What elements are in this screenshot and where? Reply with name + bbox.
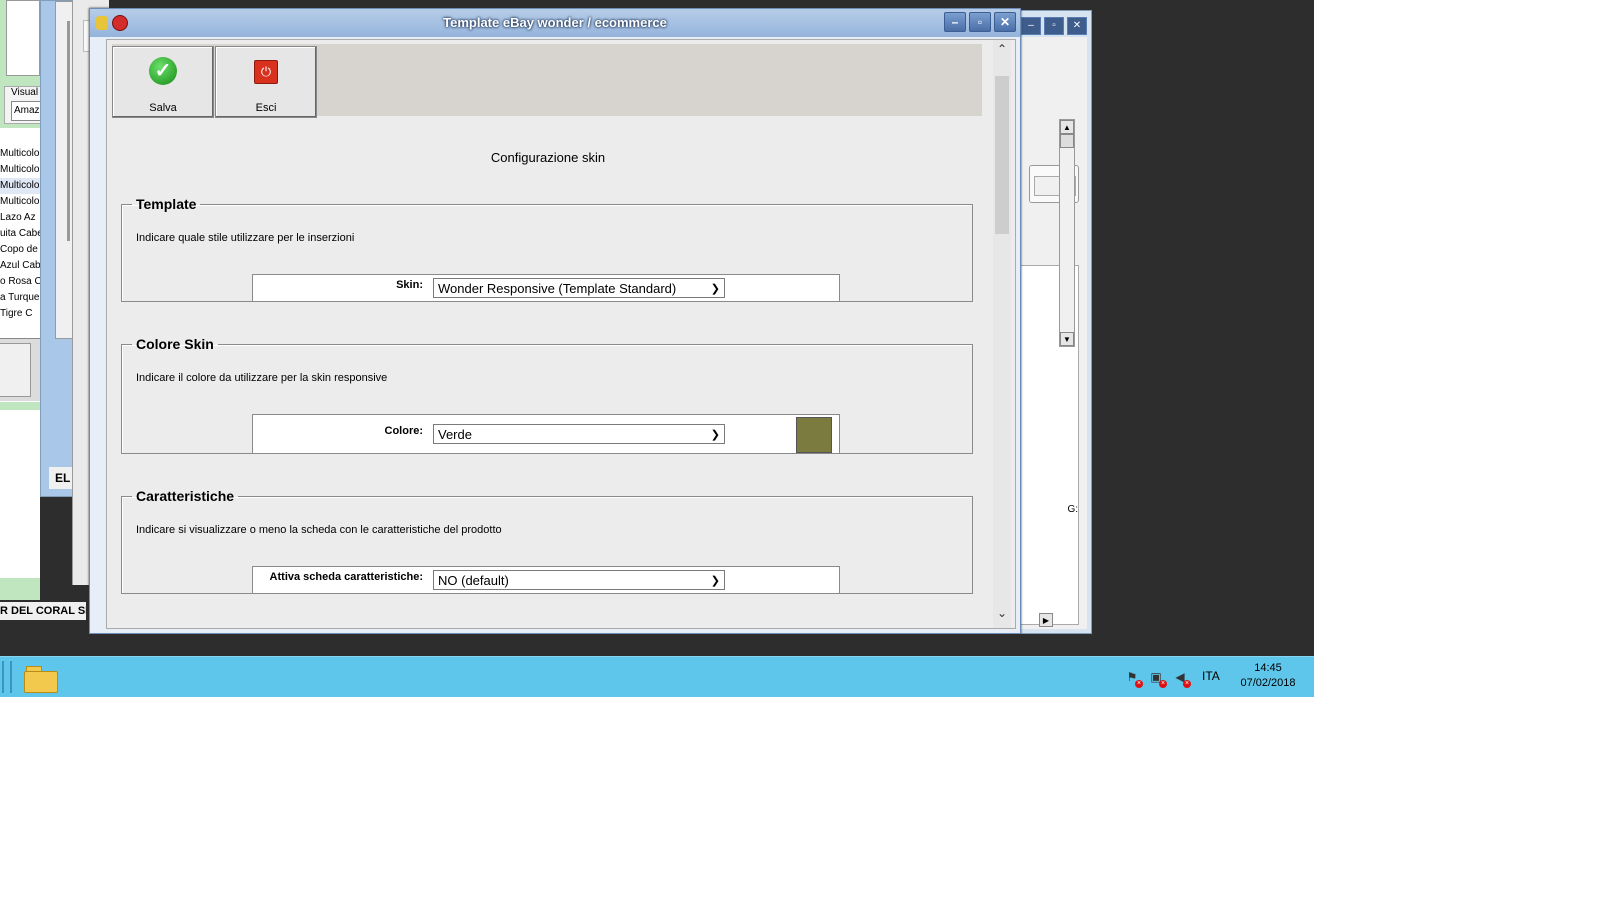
dialog-title-bar[interactable]: Template eBay wonder / ecommerce – ▫ ✕ <box>90 9 1020 37</box>
color-section-description: Indicare il colore da utilizzare per la … <box>136 372 388 384</box>
dialog-window-controls: – ▫ ✕ <box>941 12 1016 32</box>
background-right-window-body: G: ▲ ▼ ▶ <box>1015 37 1087 629</box>
background-product-list: Multicolo Multicolo Multicolo Multicolo … <box>0 146 40 322</box>
features-section-legend: Caratteristiche <box>136 488 235 504</box>
skin-select-value: Wonder Responsive (Template Standard) <box>438 281 677 296</box>
background-app-blank-area <box>0 410 40 580</box>
error-badge-icon: × <box>1135 680 1143 688</box>
list-item[interactable]: Multicolo <box>0 194 40 210</box>
visual-group: Visual Amaz <box>4 86 47 124</box>
list-item[interactable]: uita Cabe <box>0 226 40 242</box>
features-label: Attiva scheda caratteristiche: <box>269 571 423 583</box>
features-select[interactable]: NO (default) ❯ <box>433 570 725 590</box>
features-section: Caratteristiche Indicare si visualizzare… <box>121 488 973 594</box>
save-button-label: Salva <box>149 102 177 114</box>
error-badge-icon: × <box>1183 680 1191 688</box>
visual-group-label: Visual <box>11 87 39 98</box>
background-right-partial-text: G: <box>1067 504 1078 515</box>
volume-icon[interactable]: ◀ × <box>1172 669 1191 688</box>
scroll-up-icon[interactable]: ▲ <box>1060 120 1074 134</box>
error-badge-icon: × <box>1159 680 1167 688</box>
list-item[interactable]: o Rosa C <box>0 274 40 290</box>
color-label: Colore: <box>384 425 424 437</box>
clock-time: 14:45 <box>1254 662 1282 674</box>
list-item[interactable]: Copo de <box>0 242 40 258</box>
color-swatch <box>796 417 832 453</box>
background-app-green-footer <box>0 578 40 600</box>
chevron-down-icon: ❯ <box>710 429 720 441</box>
background-app-green-strip <box>0 402 40 410</box>
save-button[interactable]: ✓ Salva <box>112 46 214 118</box>
taskbar: ⚑ × ▣ × ◀ × ITA 14:45 07/02/2018 <box>0 656 1314 697</box>
exit-button-label: Esci <box>255 102 277 114</box>
template-section-legend: Template <box>136 196 197 212</box>
system-tray: ⚑ × ▣ × ◀ × ITA 14:45 07/02/2018 <box>0 657 1314 697</box>
minimize-button[interactable]: – <box>944 12 966 32</box>
close-icon[interactable]: ✕ <box>1067 17 1087 35</box>
background-status-text: R DEL CORAL SL <box>0 602 86 620</box>
minimize-icon[interactable]: – <box>1021 17 1041 35</box>
chevron-down-icon: ❯ <box>710 283 720 295</box>
scroll-thumb[interactable] <box>995 76 1009 234</box>
list-item[interactable]: Azul Cab <box>0 258 40 274</box>
template-section: Template Indicare quale stile utilizzare… <box>121 196 973 302</box>
language-indicator[interactable]: ITA <box>1202 669 1220 683</box>
chevron-down-icon: ❯ <box>710 575 720 587</box>
color-section-legend: Colore Skin <box>136 336 214 352</box>
background-app-window: Visual Amaz Multicolo Multicolo Multicol… <box>0 0 47 600</box>
scroll-down-icon[interactable]: ▼ <box>1060 332 1074 346</box>
maximize-button[interactable]: ▫ <box>969 12 991 32</box>
dialog-client-area: ✓ Salva ⏻ Esci Configurazione skin Templ… <box>106 39 1016 629</box>
list-item[interactable]: Multicolo <box>0 178 40 194</box>
network-icon[interactable]: ▣ × <box>1148 669 1167 688</box>
dialog-title: Template eBay wonder / ecommerce <box>443 15 667 30</box>
list-item[interactable]: Lazo Az <box>0 210 40 226</box>
color-select[interactable]: Verde ❯ <box>433 424 725 444</box>
check-icon: ✓ <box>149 57 177 85</box>
features-select-value: NO (default) <box>438 573 509 588</box>
color-row: Colore: Verde ❯ <box>252 414 840 454</box>
scroll-down-icon[interactable]: ⌄ <box>993 606 1011 626</box>
skin-row: Skin: Wonder Responsive (Template Standa… <box>252 274 840 302</box>
exit-button[interactable]: ⏻ Esci <box>215 46 317 118</box>
background-right-window-controls: – ▫ ✕ <box>1018 17 1087 35</box>
close-button[interactable]: ✕ <box>994 12 1016 32</box>
list-item[interactable]: Multicolo <box>0 146 40 162</box>
list-item[interactable]: a Turque <box>0 290 40 306</box>
features-row: Attiva scheda caratteristiche: NO (defau… <box>252 566 840 594</box>
color-section: Colore Skin Indicare il colore da utiliz… <box>121 336 973 454</box>
background-app-panel-inner <box>0 343 31 397</box>
scroll-up-icon[interactable]: ⌃ <box>993 42 1011 62</box>
maximize-icon[interactable]: ▫ <box>1044 17 1064 35</box>
color-select-value: Verde <box>438 427 472 442</box>
background-app-listbox <box>6 0 40 76</box>
power-icon: ⏻ <box>254 60 278 84</box>
dialog-vertical-scrollbar[interactable]: ⌃ ⌄ <box>993 40 1011 628</box>
list-item[interactable]: Multicolo <box>0 162 40 178</box>
template-dialog: Template eBay wonder / ecommerce – ▫ ✕ ✓ S… <box>89 8 1021 634</box>
page-title: Configurazione skin <box>490 150 606 165</box>
action-center-icon[interactable]: ⚑ × <box>1124 669 1143 688</box>
background-middle-scrollbar <box>67 21 70 241</box>
features-section-description: Indicare si visualizzare o meno la sched… <box>136 524 502 536</box>
toolbar: ✓ Salva ⏻ Esci <box>112 44 982 118</box>
list-item[interactable]: Tigre C <box>0 306 40 322</box>
template-section-description: Indicare quale stile utilizzare per le i… <box>136 232 355 244</box>
scroll-right-icon[interactable]: ▶ <box>1039 613 1053 627</box>
scroll-thumb[interactable] <box>1060 134 1074 148</box>
skin-label: Skin: <box>396 279 423 291</box>
skin-select[interactable]: Wonder Responsive (Template Standard) ❯ <box>433 278 725 298</box>
background-right-window: – ▫ ✕ G: ▲ ▼ ▶ <box>1010 10 1092 634</box>
clock-date: 07/02/2018 <box>1240 677 1296 689</box>
clock[interactable]: 14:45 07/02/2018 <box>1238 661 1298 691</box>
background-right-scrollbar[interactable]: ▲ ▼ <box>1059 119 1075 347</box>
background-app-panel <box>0 338 40 401</box>
